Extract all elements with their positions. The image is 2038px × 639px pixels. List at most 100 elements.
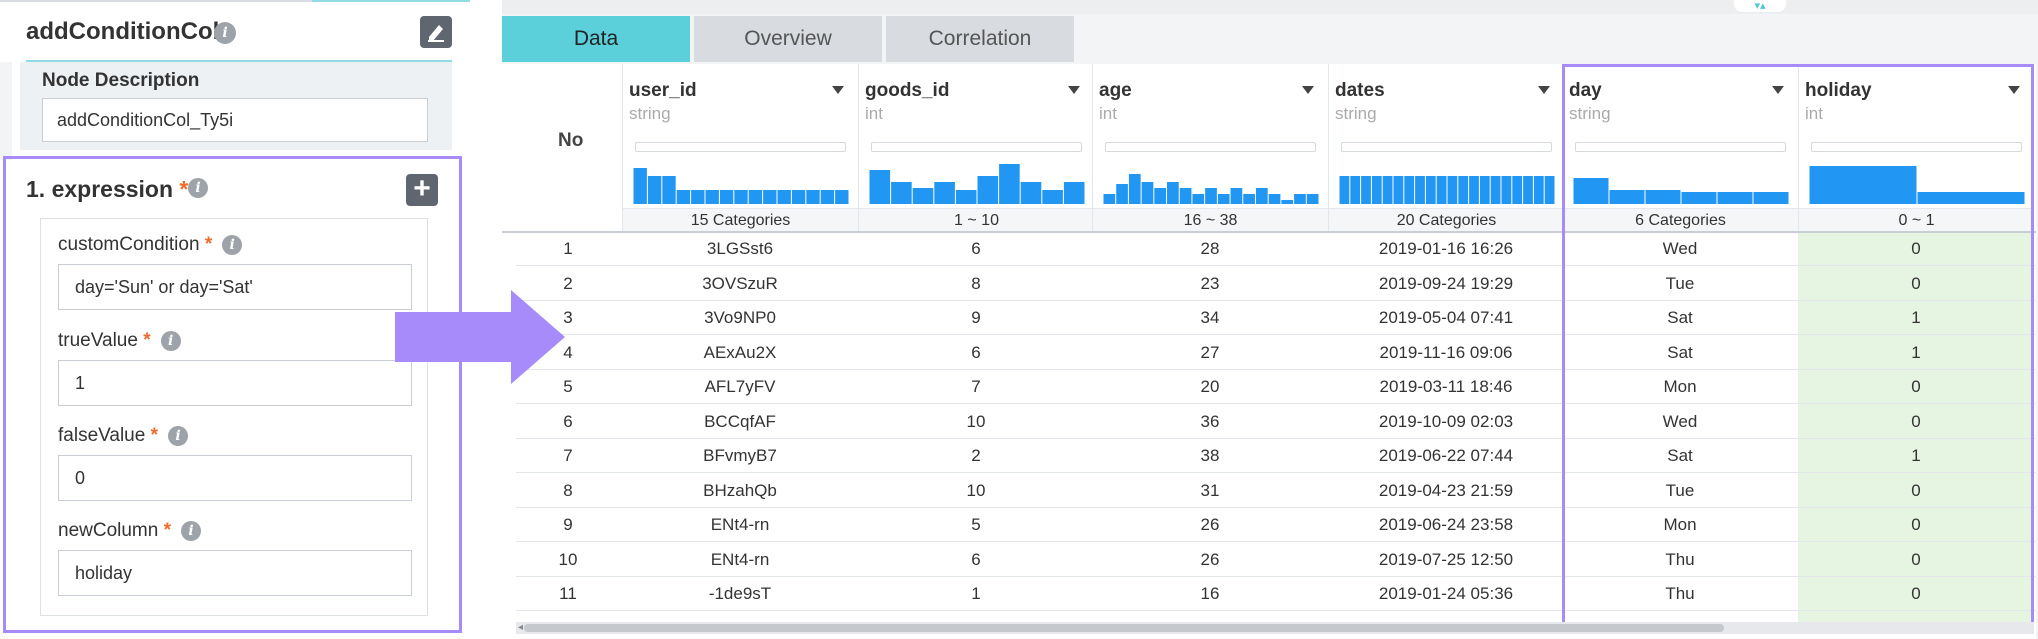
column-range-label: 15 Categories [623, 208, 858, 233]
column-range-label: 16 ~ 38 [1093, 208, 1328, 233]
horizontal-scrollbar-thumb[interactable] [524, 624, 1724, 632]
info-icon[interactable]: i [160, 330, 181, 351]
histogram-bar [1469, 176, 1479, 204]
row-number-cell: 10 [558, 549, 578, 569]
histogram-bar [1544, 176, 1555, 204]
column-range-label: 20 Categories [1329, 208, 1564, 233]
column-header-age[interactable]: age int 16 ~ 38 [1092, 64, 1328, 233]
edit-button[interactable] [420, 16, 452, 48]
info-icon[interactable]: i [168, 425, 189, 446]
row-number-cell: 11 [559, 584, 577, 603]
info-icon[interactable]: i [181, 520, 202, 541]
column-range-slider[interactable] [635, 142, 846, 152]
histogram-bar [1205, 188, 1217, 204]
histogram-bar [1268, 194, 1281, 204]
histogram-bar [1415, 176, 1425, 204]
table-cell: 31 [1200, 480, 1220, 500]
column-range-slider[interactable] [1105, 142, 1316, 152]
table-cell: 26 [1200, 515, 1220, 534]
table-cell: 2019-11-16 09:06 [1379, 342, 1513, 362]
field-label-text: falseValue [58, 425, 146, 446]
histogram-bar [1512, 176, 1523, 204]
tab-overview[interactable]: Overview [694, 16, 882, 62]
histogram-bar [705, 190, 719, 204]
histogram-bar [977, 176, 999, 204]
histogram-bar [820, 190, 835, 204]
node-description-label: Node Description [42, 70, 200, 91]
column-range-label: 1 ~ 10 [859, 208, 1094, 233]
column-histogram [633, 168, 849, 204]
info-icon[interactable]: i [222, 234, 243, 255]
histogram-bar [1490, 176, 1501, 204]
histogram-bar [777, 190, 791, 204]
info-icon[interactable]: i [214, 22, 236, 44]
scroll-left-icon[interactable]: ◂ [518, 622, 523, 634]
histogram-bar [1243, 194, 1255, 204]
field-label-truevalue: trueValue * i [58, 330, 181, 352]
column-header-user-id[interactable]: user_id string 15 Categories [622, 64, 858, 233]
histogram-bar [934, 182, 955, 204]
table-cell: 7 [971, 377, 981, 396]
histogram-bar [1281, 200, 1294, 204]
node-title: addConditionCol [26, 18, 220, 45]
histogram-bar [1255, 188, 1268, 204]
field-label-text: newColumn [58, 520, 159, 541]
field-label-text: customCondition [58, 234, 200, 255]
histogram-bar [1533, 176, 1544, 204]
node-description-input[interactable]: addConditionCol_Ty5i [42, 98, 428, 142]
column-range-slider[interactable] [1341, 142, 1552, 152]
chevron-down-icon[interactable] [1068, 86, 1080, 94]
custom-condition-input[interactable]: day='Sun' or day='Sat' [58, 264, 412, 310]
histogram-bar [748, 190, 763, 204]
table-cell: 10 [966, 411, 986, 431]
column-histogram [1103, 174, 1319, 204]
transform-arrow-icon [395, 290, 565, 384]
table-cell: 16 [1200, 584, 1220, 603]
column-range-slider[interactable] [871, 142, 1082, 152]
chevron-down-icon[interactable] [832, 86, 844, 94]
add-expression-button[interactable]: + [406, 174, 438, 206]
required-star: * [150, 425, 159, 446]
row-number-cell: 1 [563, 239, 573, 258]
table-cell: 38 [1200, 446, 1220, 465]
histogram-bar [912, 188, 934, 204]
table-cell: 6 [971, 239, 981, 258]
histogram-bar [1501, 176, 1512, 204]
true-value-input[interactable]: 1 [58, 360, 412, 406]
tab-data[interactable]: Data [502, 16, 690, 62]
table-cell: 28 [1200, 239, 1220, 258]
table-cell: 2019-04-23 21:59 [1378, 480, 1514, 500]
chevron-down-icon[interactable] [1538, 86, 1550, 94]
chevron-down-icon[interactable] [1302, 86, 1314, 94]
column-header-dates[interactable]: dates string 20 Categories [1328, 64, 1564, 233]
false-value-input[interactable]: 0 [58, 455, 412, 501]
table-cell: BCCqfAF [704, 411, 776, 431]
histogram-bar [1167, 182, 1179, 204]
histogram-bar [1458, 176, 1469, 204]
tab-correlation[interactable]: Correlation [886, 16, 1074, 62]
table-cell: 6 [971, 549, 981, 569]
required-star: * [204, 234, 213, 255]
column-type: int [865, 104, 883, 123]
column-name: goods_id [865, 80, 950, 101]
table-cell: 2019-05-04 07:41 [1378, 308, 1514, 327]
histogram-bar [806, 190, 820, 204]
table-cell: 3OVSzuR [702, 273, 778, 293]
histogram-bar [763, 190, 777, 204]
info-icon[interactable]: i [188, 178, 208, 198]
histogram-bar [1116, 184, 1128, 204]
new-column-input[interactable]: holiday [58, 550, 412, 596]
table-cell: 2019-10-09 02:03 [1378, 411, 1514, 431]
table-cell: 3LGSst6 [706, 239, 774, 258]
histogram-bar [1523, 176, 1533, 204]
panel-top-gray-rule [0, 0, 312, 2]
column-histogram [1339, 176, 1555, 204]
histogram-bar [1339, 176, 1350, 204]
histogram-bar [1141, 182, 1154, 204]
collapse-toggle-icon[interactable]: ▾▴ [1734, 0, 1786, 12]
column-header-goods-id[interactable]: goods_idint 1 ~ 10 [858, 64, 1094, 233]
field-label-falsevalue: falseValue * i [58, 425, 189, 447]
row-number-header: No [502, 64, 622, 232]
histogram-bar [791, 190, 806, 204]
table-cell: AFL7yFV [704, 377, 776, 396]
